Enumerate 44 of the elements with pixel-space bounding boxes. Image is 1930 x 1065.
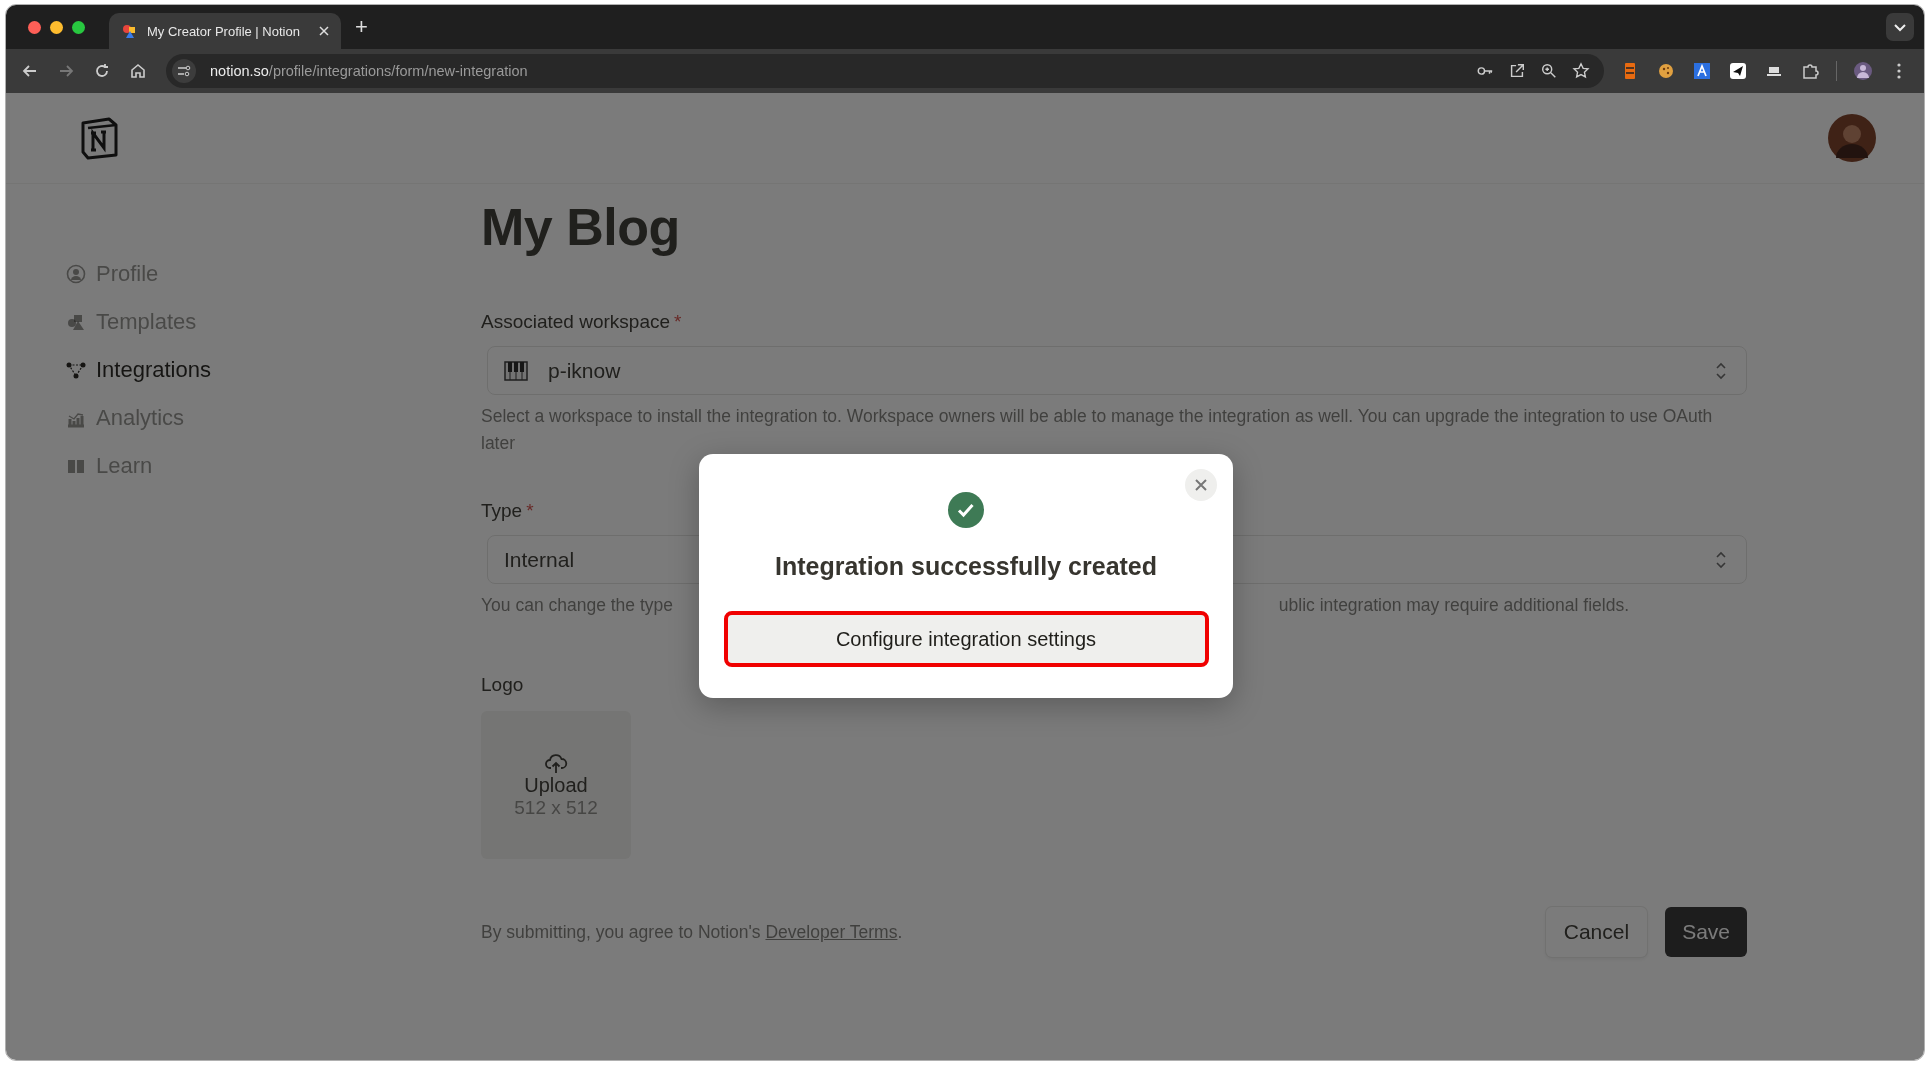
chevron-down-icon[interactable]	[1886, 13, 1914, 41]
address-bar[interactable]: notion.so/profile/integrations/form/new-integration	[166, 54, 1604, 88]
star-icon[interactable]	[1572, 62, 1590, 80]
field-label: Type	[481, 500, 523, 522]
required-mark: *	[526, 500, 534, 522]
close-icon[interactable]	[319, 26, 329, 36]
help-text: You can change the type	[481, 594, 673, 617]
page-title: My Blog	[481, 197, 681, 258]
favicon-icon	[121, 23, 137, 39]
checkmark-icon	[948, 492, 984, 528]
sidebar-item[interactable]: Integrations	[66, 346, 211, 394]
close-window-button[interactable]	[28, 20, 41, 34]
browser-tab[interactable]: My Creator Profile | Notion	[109, 13, 341, 49]
cancel-button[interactable]: Cancel	[1545, 907, 1648, 957]
chevron-up-down-icon	[1714, 549, 1728, 570]
network-icon	[66, 360, 86, 380]
chevron-up-down-icon	[1714, 360, 1728, 381]
cookie-icon[interactable]	[1656, 61, 1676, 81]
send-icon[interactable]	[1728, 61, 1748, 81]
save-button[interactable]: Save	[1665, 907, 1747, 957]
profile-avatar[interactable]	[1853, 61, 1873, 81]
translate-icon[interactable]	[1692, 61, 1712, 81]
field-label: Associated workspace	[481, 311, 671, 333]
cloud-upload-icon	[544, 751, 568, 774]
help-text: Select a workspace to install the integration to. Workspace owners will be able to manage the integration as well. You can upgrade the integration to use OAuth later	[481, 405, 1714, 455]
dialog-title: Integration successfully created	[774, 552, 1158, 581]
developer-terms-link[interactable]: Developer Terms	[765, 921, 898, 942]
user-avatar[interactable]	[1828, 114, 1876, 162]
open-external-icon[interactable]	[1508, 62, 1526, 80]
field-label: Logo	[481, 674, 524, 696]
site-settings-icon[interactable]	[172, 59, 196, 83]
required-mark: *	[674, 311, 682, 333]
configure-settings-button[interactable]: Configure integration settings	[723, 611, 1209, 667]
zoom-icon[interactable]	[1540, 62, 1558, 80]
help-text: ublic integration may require additional fields.	[1278, 594, 1629, 617]
new-tab-button[interactable]: +	[355, 14, 368, 40]
home-icon[interactable]	[128, 61, 148, 81]
extensions-icon[interactable]	[1800, 61, 1820, 81]
piano-icon	[504, 360, 528, 381]
close-icon[interactable]	[1185, 469, 1217, 501]
minimize-window-button[interactable]	[50, 20, 63, 34]
maximize-window-button[interactable]	[72, 20, 85, 34]
workspace-select[interactable]: p-iknow	[487, 346, 1747, 395]
terms-text: By submitting, you agree to Notion's Developer Terms.	[481, 921, 903, 943]
